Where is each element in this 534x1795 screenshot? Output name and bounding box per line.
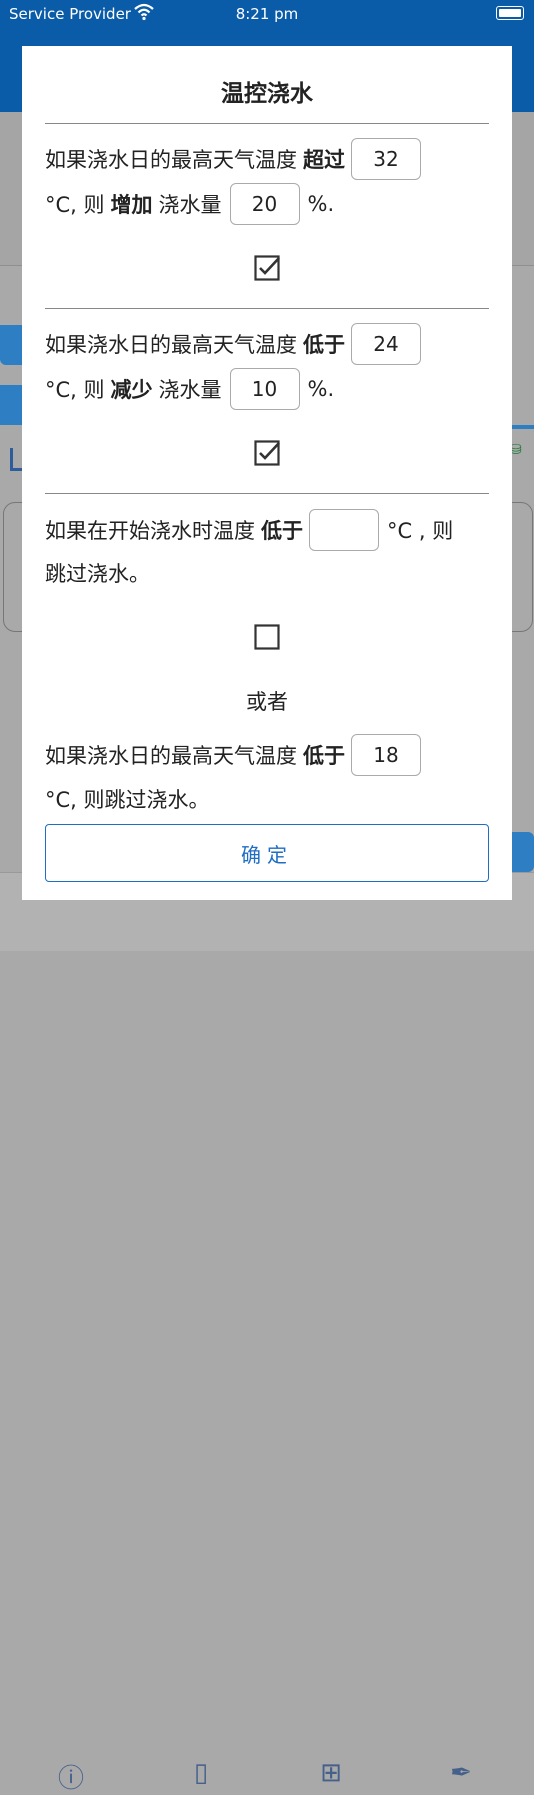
lock-icon: ⛁ — [510, 442, 522, 458]
rule3-unit: °C , 则 — [387, 519, 454, 543]
rule2-line1: 如果浇水日的最高天气温度 低于 24 — [45, 323, 421, 365]
rule2-mid: 浇水量 — [158, 378, 222, 402]
temperature-watering-dialog: 温控浇水 如果浇水日的最高天气温度 超过 32 °C, 则 增加 浇水量 20 … — [22, 46, 512, 900]
dialog-title: 温控浇水 — [221, 81, 313, 107]
rule2-checkbox[interactable] — [254, 440, 280, 466]
rule4-line2: °C, 则跳过浇水。 — [45, 784, 210, 814]
rule1-checkbox[interactable] — [254, 255, 280, 281]
rule4-keyword: 低于 — [303, 744, 345, 768]
rule3-line2: 跳过浇水。 — [45, 558, 150, 588]
rule2-keyword: 低于 — [303, 333, 345, 357]
confirm-button[interactable]: 确定 — [45, 824, 489, 882]
rule1-unit: °C, 则 — [45, 193, 105, 217]
status-bar: Service Provider 8:21 pm — [0, 0, 534, 30]
rule1-line2: °C, 则 增加 浇水量 20 %. — [45, 183, 334, 225]
rule1-line1: 如果浇水日的最高天气温度 超过 32 — [45, 138, 421, 180]
rule1-threshold-input[interactable]: 32 — [351, 138, 421, 180]
divider — [45, 123, 489, 124]
rule2-suffix: %. — [307, 377, 335, 401]
info-icon: ⓘ — [57, 1764, 84, 1794]
background-button — [512, 832, 534, 872]
rule1-prefix: 如果浇水日的最高天气温度 — [45, 148, 297, 172]
divider — [45, 308, 489, 309]
rule1-action: 增加 — [110, 193, 153, 217]
rule2-action: 减少 — [110, 378, 153, 402]
rule3-keyword: 低于 — [261, 519, 303, 543]
rule4-action: °C, 则跳过浇水。 — [45, 788, 210, 812]
rule4-prefix: 如果浇水日的最高天气温度 — [45, 744, 297, 768]
rule3-prefix: 如果在开始浇水时温度 — [45, 519, 255, 543]
rule3-checkbox[interactable] — [254, 624, 280, 650]
rule4-threshold-input[interactable]: 18 — [351, 734, 421, 776]
divider — [45, 493, 489, 494]
add-icon: ⊞ — [320, 1758, 342, 1788]
rule2-percent-input[interactable]: 10 — [229, 368, 300, 410]
rule1-suffix: %. — [307, 192, 335, 216]
rule2-threshold-input[interactable]: 24 — [351, 323, 421, 365]
background-strip — [512, 425, 534, 429]
image-icon: ▯ — [193, 1758, 209, 1788]
rule4-line1: 如果浇水日的最高天气温度 低于 18 — [45, 734, 421, 776]
clock: 8:21 pm — [235, 5, 299, 23]
background-tab — [0, 325, 24, 365]
rule3-line1: 如果在开始浇水时温度 低于 °C , 则 — [45, 509, 453, 551]
rule2-unit: °C, 则 — [45, 378, 105, 402]
rule1-percent-input[interactable]: 20 — [229, 183, 300, 225]
or-label: 或者 — [246, 690, 288, 714]
rule1-keyword: 超过 — [303, 148, 345, 172]
rule3-threshold-input[interactable] — [309, 509, 379, 551]
rule1-mid: 浇水量 — [158, 193, 222, 217]
rule2-line2: °C, 则 减少 浇水量 10 %. — [45, 368, 334, 410]
rule3-action: 跳过浇水。 — [45, 562, 150, 586]
battery-icon — [496, 6, 524, 20]
background-tab — [0, 385, 24, 425]
feather-icon: ✒ — [450, 1758, 472, 1788]
rule2-prefix: 如果浇水日的最高天气温度 — [45, 333, 297, 357]
